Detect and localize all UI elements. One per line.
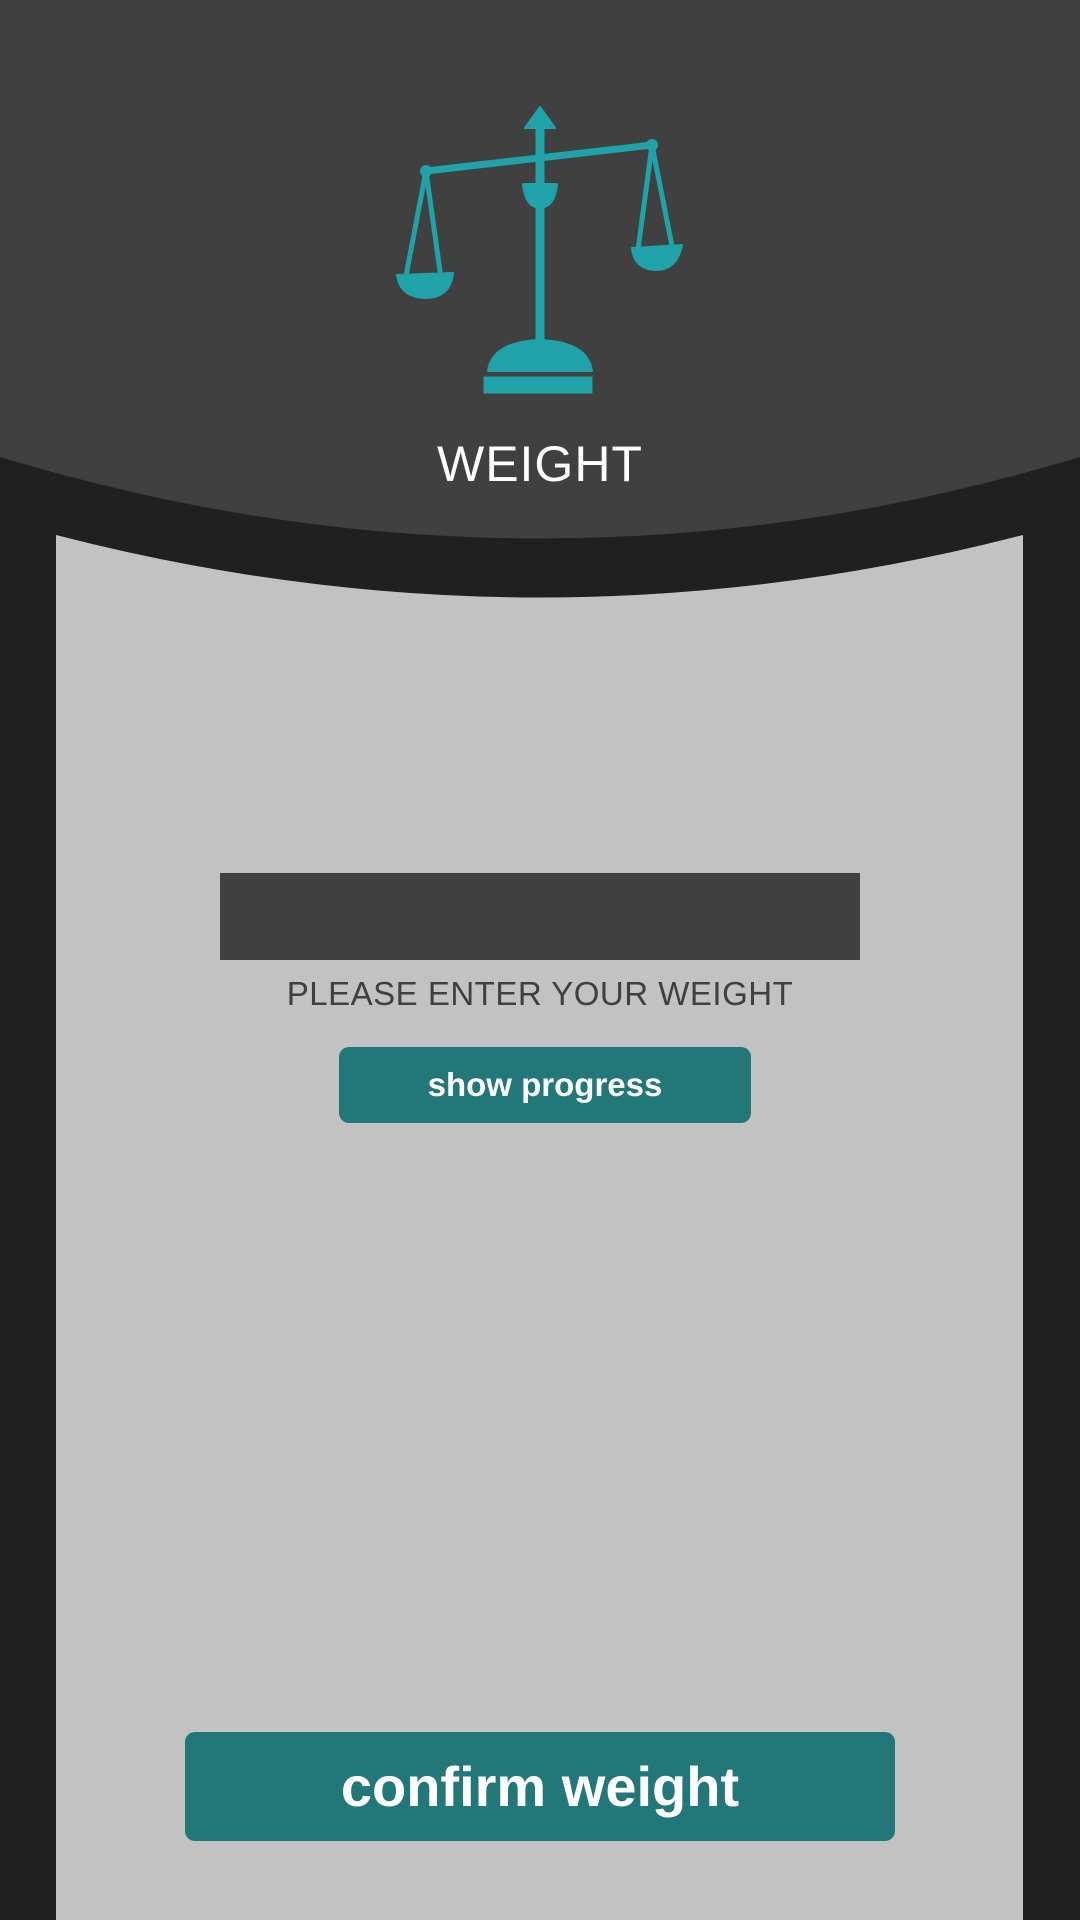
weight-input[interactable] (220, 873, 860, 960)
confirm-weight-button[interactable]: confirm weight (185, 1732, 895, 1841)
show-progress-button[interactable]: show progress (339, 1047, 751, 1123)
weight-input-label: PLEASE ENTER YOUR WEIGHT (286, 975, 794, 1012)
scale-icon (396, 106, 683, 394)
content-panel (56, 535, 1023, 1920)
page-title: WEIGHT (437, 436, 643, 492)
